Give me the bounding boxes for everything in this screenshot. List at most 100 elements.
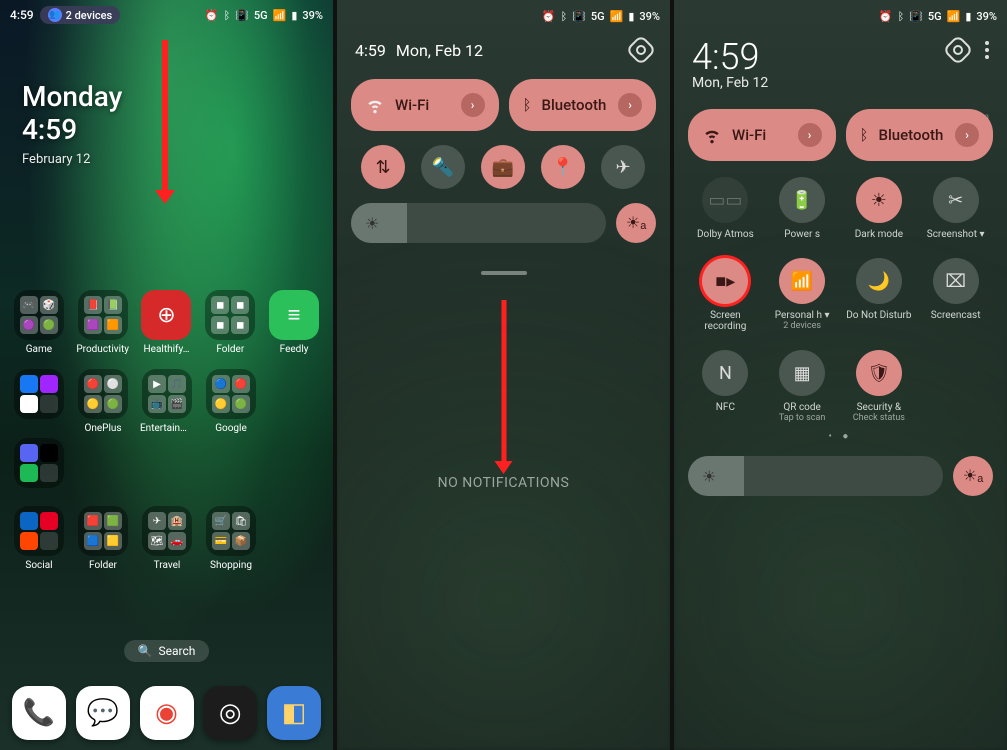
do-not-disturb-icon: 🌙 [856,258,902,304]
auto-brightness-toggle[interactable]: ☀ₐ [953,456,993,496]
qs-label: Screen recording [692,310,759,332]
qs-dark-mode[interactable]: ☀Dark mode [846,177,913,240]
dock-messages[interactable]: 💬 [76,686,130,740]
qr-code-icon: ▦ [779,350,825,396]
dock-camera[interactable]: ◎ [203,686,257,740]
app-icon[interactable] [76,438,130,492]
app-label: Shopping [204,560,258,571]
home-clock-widget[interactable]: Monday 4:59 February 12 [22,80,122,167]
app-Healthify…[interactable]: ⊕Healthify… [140,290,194,355]
qs-personal-hotspot[interactable]: 📶Personal h ▾2 devices [769,258,836,332]
tutorial-arrow-down [501,300,506,470]
bluetooth-icon: ᛒ [523,96,532,114]
home-icon-grid: 🎮🎲🟣🟢Game📕📗🟪🟧Productivity⊕Healthify…◼◼◼◼F… [12,290,321,585]
app-icon[interactable] [140,438,194,492]
app-label: Google [204,423,258,434]
qs-screencast[interactable]: ⌧ Screencast [922,258,989,332]
app-label: Travel [140,560,194,571]
app-Shopping[interactable]: 🛒🛍💳📦Shopping [204,506,258,571]
toggle-flashlight[interactable]: 🔦 [421,145,465,189]
toggle-data-sync[interactable]: ⇅ [361,145,405,189]
dock-chrome[interactable]: ◉ [140,686,194,740]
settings-icon[interactable] [942,34,973,65]
chevron-right-icon[interactable]: › [618,93,642,117]
brightness-row: ☀ ☀ₐ [674,442,1007,496]
bluetooth-toggle-pill[interactable]: ᛒ Bluetooth › [846,109,994,161]
home-day: Monday [22,80,122,113]
qs-label: Dark mode [846,229,913,240]
alarm-icon: ⏰ [205,9,219,22]
wifi-icon [702,125,722,145]
qs-label: Screencast [922,310,989,321]
app-label: Entertainm… [140,423,194,434]
brightness-slider[interactable]: ☀ [351,203,606,243]
app-Game[interactable]: 🎮🎲🟣🟢Game [12,290,66,355]
battery-pct: 39% [302,9,323,22]
brightness-row: ☀ ☀ₐ [337,189,670,243]
devices-pill[interactable]: 👥 2 devices [40,6,121,24]
app-Folder[interactable]: 🟥🟩🟦🟨Folder [76,506,130,571]
quick-toggle-row: ⇅ 🔦 💼 📍 ✈ [337,131,670,189]
qs-label: NFC [692,402,759,413]
app-icon[interactable] [204,438,258,492]
devices-pill-label: 2 devices [66,9,113,22]
battery-pct: 39% [639,10,660,23]
app-icon[interactable] [12,438,66,492]
toggle-location[interactable]: 📍 [541,145,585,189]
wifi-toggle-pill[interactable]: Wi-Fi › [351,79,499,131]
phone-home-screen: 4:59 👥 2 devices ⏰ ᛒ 📳 5G 📶 ▮ 39% Monday… [0,0,333,750]
dock-weather[interactable]: ◧ [267,686,321,740]
dolby-atmos-icon: ▭▭ [702,177,748,223]
toggle-work-mode[interactable]: 💼 [481,145,525,189]
power-saving-icon: 🔋 [779,177,825,223]
security-icon: 🛡 [856,350,902,396]
app-label: Folder [203,344,257,355]
brightness-slider[interactable]: ☀ [688,456,943,496]
app-Travel[interactable]: ✈🏨🗺🚗Travel [140,506,194,571]
battery-icon: ▮ [965,10,971,23]
more-icon[interactable] [985,41,989,59]
bluetooth-icon: ᛒ [224,9,231,22]
app-Folder[interactable]: ◼◼◼◼Folder [203,290,257,355]
qs-security[interactable]: 🛡Security &Check status [846,350,913,423]
bluetooth-icon: ᛒ [860,126,869,144]
app-icon[interactable] [12,369,66,434]
vibrate-icon: 📳 [235,9,249,22]
bluetooth-label: Bluetooth [879,126,944,144]
alarm-icon: ⏰ [542,10,556,23]
qs-screen-recording[interactable]: ■▸ Screen recording [692,258,759,332]
home-search-button[interactable]: 🔍 Search [124,640,210,662]
bluetooth-toggle-pill[interactable]: ᛒ Bluetooth › [509,79,657,131]
chevron-right-icon[interactable]: › [461,93,485,117]
qs-label: QR code [769,402,836,413]
settings-icon[interactable] [625,34,656,65]
app-Entertainm…[interactable]: ▶🎵📺🎬Entertainm… [140,369,194,434]
quick-settings-grid: ▭▭Dolby Atmos🔋Power s☀Dark mode✂Screensh… [674,161,1007,423]
wifi-toggle-pill[interactable]: Wi-Fi › [688,109,836,161]
vibrate-icon: 📳 [572,10,586,23]
app-label: Folder [76,560,130,571]
qs-label: Personal h ▾ [769,310,836,321]
chevron-right-icon[interactable]: › [955,123,979,147]
qs-do-not-disturb[interactable]: 🌙Do Not Disturb [846,258,913,332]
chevron-right-icon[interactable]: › [798,123,822,147]
qs-power-saving[interactable]: 🔋Power s [769,177,836,240]
dock-phone[interactable]: 📞 [12,686,66,740]
app-Feedly[interactable]: ≡Feedly [267,290,321,355]
auto-brightness-toggle[interactable]: ☀ₐ [616,203,656,243]
panel-drag-handle[interactable] [481,271,527,275]
qs-screenshot[interactable]: ✂Screenshot ▾ [922,177,989,240]
app-Social[interactable]: Social [12,506,66,571]
qs-qr-code[interactable]: ▦QR codeTap to scan [769,350,836,423]
panel-time: 4:59 [355,41,386,60]
app-Google[interactable]: 🔵🔴🟡🟢Google [204,369,258,434]
qs-nfc[interactable]: NNFC [692,350,759,423]
screencast-icon: ⌧ [933,258,979,304]
qs-dolby-atmos[interactable]: ▭▭Dolby Atmos [692,177,759,240]
toggle-airplane[interactable]: ✈ [601,145,645,189]
screen-recording-icon: ■▸ [702,258,748,304]
app-OnePlus[interactable]: 🔴⚪🟡🟢OnePlus [76,369,130,434]
brightness-icon: ☀ [702,467,716,486]
page-indicator[interactable]: • ● [674,431,1007,442]
app-Productivity[interactable]: 📕📗🟪🟧Productivity [76,290,130,355]
